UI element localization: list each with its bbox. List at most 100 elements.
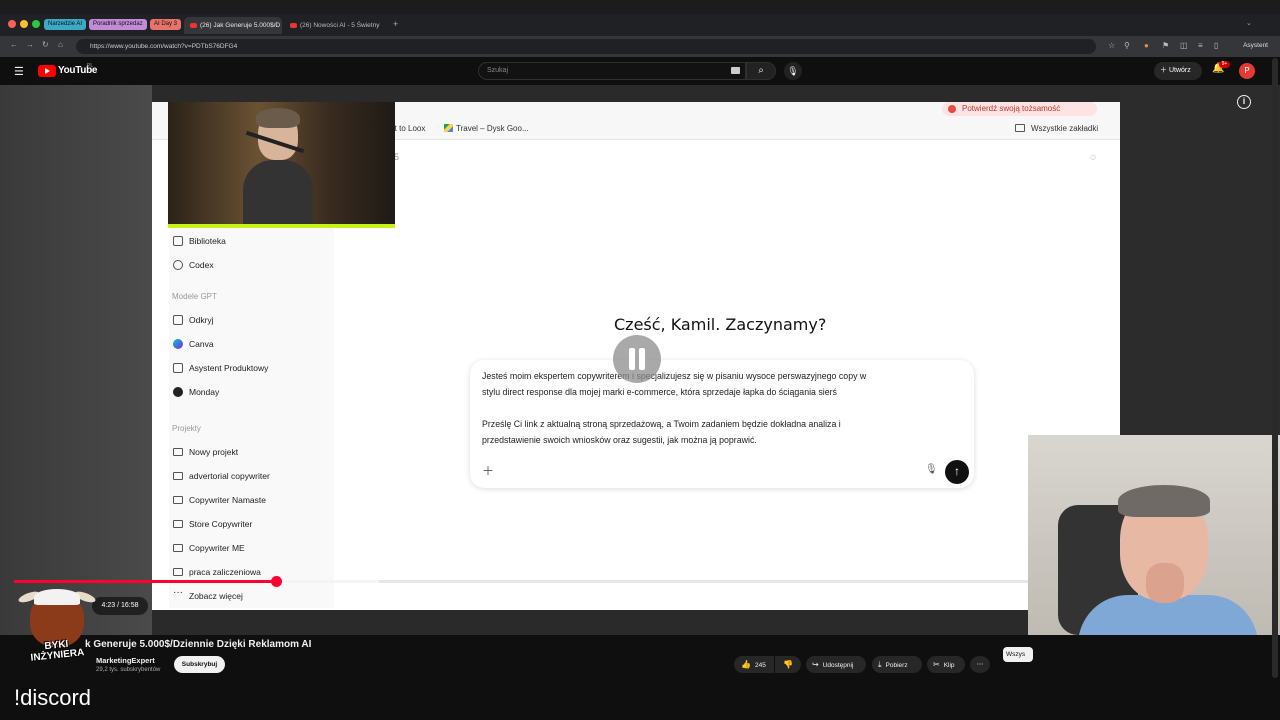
pause-icon[interactable] [613, 335, 661, 383]
video-background-left [0, 85, 152, 635]
bookmark-item: rt to Loox [392, 124, 426, 133]
like-button[interactable]: 👍 245 [734, 656, 774, 673]
close-window-icon[interactable] [8, 20, 16, 28]
youtube-logo-icon[interactable] [38, 65, 56, 77]
channel-logo-text: BYKI INŻYNIERA [30, 638, 85, 664]
new-folder-icon [173, 448, 183, 456]
time-display: 4:23 / 16:58 [92, 597, 148, 615]
youtube-favicon-icon [290, 23, 297, 28]
extension-icon[interactable]: ⚲ [1124, 41, 1130, 50]
tab[interactable]: (26) Nowości AI - 5 Świetny [284, 17, 384, 34]
temporary-chat-icon: ◌ [1090, 152, 1096, 163]
tab-label: (26) Nowości AI - 5 Świetny [300, 22, 380, 29]
sidebar-item-project: Store Copywriter [173, 514, 252, 534]
home-icon[interactable]: ⌂ [58, 40, 63, 49]
menu-list-icon[interactable]: ≡ [1198, 41, 1203, 50]
reload-icon[interactable]: ↻ [42, 40, 49, 49]
forward-icon[interactable]: → [26, 40, 34, 49]
keyboard-icon[interactable] [731, 67, 740, 74]
folder-icon [173, 496, 183, 504]
extension-icon[interactable]: ⚑ [1162, 41, 1169, 50]
sidebar-item-odkryj: Odkryj [173, 310, 214, 330]
subscribe-button[interactable]: Subskrybuj [174, 656, 225, 673]
share-icon: ↪ [812, 660, 819, 669]
download-button[interactable]: ⤓ Pobierz [872, 656, 922, 673]
progress-scrubber[interactable] [270, 576, 282, 587]
subscriber-count: 29,2 tys. subskrybentów [96, 667, 161, 673]
search-icon: ⌕ [758, 65, 764, 76]
create-button[interactable]: ＋ Utwórz [1154, 62, 1202, 80]
sidebar-section-gpt: Modele GPT [172, 292, 217, 301]
webcam-overlay-host [168, 102, 395, 228]
create-label: Utwórz [1168, 67, 1191, 74]
avatar[interactable]: P [1239, 63, 1255, 79]
verify-identity-banner: Potwierdź swoją tożsamość [942, 102, 1097, 116]
url-field[interactable]: https://www.youtube.com/watch?v=PDTbS76D… [76, 39, 1096, 54]
search-input[interactable]: Szukaj [478, 62, 746, 80]
video-info-area: BYKI INŻYNIERA k Generuje 5.000$/Dzienni… [0, 589, 1280, 720]
back-icon[interactable]: ← [10, 40, 18, 49]
progress-bar[interactable] [14, 576, 1028, 587]
clip-button[interactable]: ✂ Klip [927, 656, 965, 673]
thumbs-up-icon: 👍 [741, 660, 751, 669]
tab-group-chip[interactable]: Poradnik sprzedaz [89, 19, 147, 30]
folder-icon [1015, 124, 1025, 132]
sidebar-item-project: praca zaliczeniowa [173, 562, 261, 582]
channel-name[interactable]: MarketingExpert [96, 656, 155, 665]
progress-played [14, 580, 276, 583]
bookmark-item: Travel – Dysk Goo... [456, 124, 529, 133]
webcam-overlay-guest [1028, 435, 1280, 635]
share-button[interactable]: ↪ Udostępnij [806, 656, 866, 673]
tab-group-chip[interactable]: Narzedzie AI [44, 19, 87, 30]
youtube-header: ☰ YouTube PL Szukaj ⌕ 🎙 ＋ Utwórz 🔔 9+ P [0, 57, 1280, 85]
info-icon[interactable]: i [1237, 95, 1251, 109]
extension-icon[interactable]: ● [1144, 41, 1149, 50]
chatgpt-sidebar: Biblioteka Codex Modele GPT Odkryj Canva… [169, 228, 334, 608]
sidebar-item-monday: Monday [173, 382, 219, 402]
download-icon: ⤓ [878, 660, 882, 669]
channel-logo[interactable]: BYKI INŻYNIERA [17, 589, 97, 675]
dictate-microphone-icon: 🎙 [925, 464, 938, 475]
mac-menu-bar [0, 0, 1280, 14]
assistant-button[interactable]: Asystent [1243, 42, 1268, 49]
thumbs-down-icon: 👎 [783, 660, 793, 669]
filter-chip[interactable]: Wszys [1003, 647, 1033, 662]
prompt-composer: Jesteś moim ekspertem copywriterem i spe… [470, 360, 974, 488]
tab-search-icon[interactable]: ⌄ [1246, 19, 1252, 27]
new-tab-button[interactable]: + [393, 19, 398, 29]
discord-overlay-text: !discord [14, 685, 92, 710]
youtube-favicon-icon [190, 23, 197, 28]
greeting-heading: Cześć, Kamil. Zaczynamy? [614, 315, 827, 334]
more-actions-button[interactable]: ⋯ [970, 656, 990, 673]
maximize-window-icon[interactable] [32, 20, 40, 28]
folder-icon [173, 544, 183, 552]
sidepanel-icon[interactable]: ▯ [1214, 41, 1218, 50]
plus-icon: ＋ [1160, 67, 1167, 74]
sidebar-item-codex: Codex [173, 255, 214, 275]
tab-group-chip[interactable]: AI Day 3 [150, 19, 182, 30]
dislike-button[interactable]: 👎 [775, 656, 801, 673]
scissors-icon: ✂ [933, 660, 940, 669]
prompt-text: Jesteś moim ekspertem copywriterem i spe… [482, 371, 867, 381]
extension-icon[interactable]: ◫ [1180, 41, 1188, 50]
minimize-window-icon[interactable] [20, 20, 28, 28]
library-icon [173, 236, 183, 246]
monday-icon [173, 387, 183, 397]
sidebar-item-project: Nowy projekt [173, 442, 238, 462]
prompt-text: przedstawienie swoich wniosków oraz suge… [482, 435, 757, 445]
sidebar-item-project: Copywriter ME [173, 538, 245, 558]
notification-badge: 9+ [1219, 61, 1230, 68]
sidebar-item-asystent: Asystent Produktowy [173, 358, 268, 378]
tab-active[interactable]: (26) Jak Generuje 5.000$/D × [184, 17, 282, 34]
prompt-text: stylu direct response dla mojej marki e-… [482, 387, 837, 397]
bookmark-star-icon[interactable]: ☆ [1108, 41, 1115, 50]
sidebar-section-projects: Projekty [172, 424, 201, 433]
search-button[interactable]: ⌕ [746, 62, 776, 80]
close-tab-icon[interactable]: × [274, 17, 278, 34]
cube-icon [173, 363, 183, 373]
bookmark-item: Wszystkie zakładki [1031, 124, 1099, 133]
voice-search-button[interactable]: 🎙 [784, 62, 802, 80]
page-scrollbar[interactable] [1272, 58, 1278, 678]
menu-icon[interactable]: ☰ [14, 65, 24, 78]
codex-icon [173, 260, 183, 270]
